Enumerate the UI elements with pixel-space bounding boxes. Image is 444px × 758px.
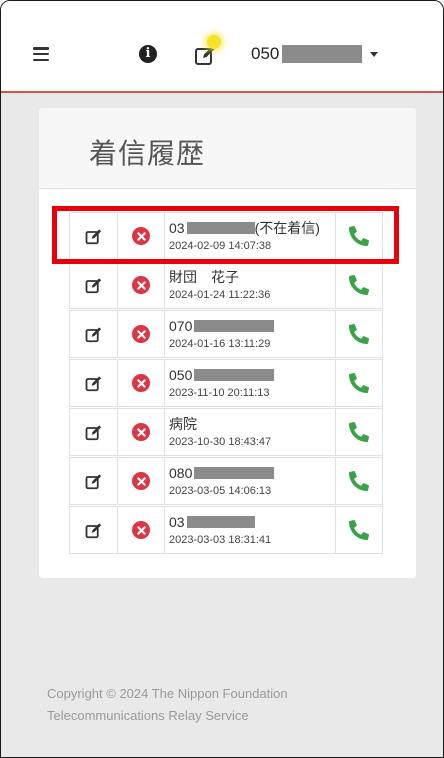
edit-icon bbox=[85, 424, 101, 440]
masked-number bbox=[194, 466, 275, 479]
caller-label: 03 bbox=[169, 513, 185, 530]
phone-frame: i 050 着信履歴 03 (不在着信) 2024-02-09 14:07:38… bbox=[0, 0, 444, 758]
call-info: 病院 2023-10-30 18:43:47 bbox=[165, 408, 336, 456]
footer-service-name: Telecommunications Relay Service bbox=[47, 708, 249, 723]
edit-icon bbox=[85, 228, 101, 244]
caller-label: 080 bbox=[169, 464, 193, 481]
times-circle-icon bbox=[132, 472, 150, 490]
top-navbar: i 050 bbox=[1, 1, 443, 93]
edit-icon bbox=[85, 277, 101, 293]
caller-name: 070 bbox=[169, 317, 275, 335]
phone-icon bbox=[349, 275, 369, 295]
call-button[interactable] bbox=[336, 359, 383, 407]
caller-name: 病院 bbox=[169, 415, 197, 433]
phone-number-prefix: 050 bbox=[251, 44, 280, 63]
call-timestamp: 2023-11-10 20:11:13 bbox=[169, 386, 270, 399]
caller-label: 03 bbox=[169, 219, 185, 236]
footer-copyright: Copyright © 2024 The Nippon Foundation bbox=[47, 686, 288, 701]
edit-button[interactable] bbox=[69, 457, 118, 505]
call-timestamp: 2023-03-03 18:31:41 bbox=[169, 533, 272, 546]
phone-number-dropdown[interactable]: 050 bbox=[251, 41, 379, 67]
times-circle-icon bbox=[132, 374, 150, 392]
edit-button[interactable] bbox=[69, 261, 118, 309]
phone-icon bbox=[349, 520, 369, 540]
call-info: 050 2023-11-10 20:11:13 bbox=[165, 359, 336, 407]
call-button[interactable] bbox=[336, 310, 383, 358]
times-circle-icon bbox=[132, 423, 150, 441]
edit-button[interactable] bbox=[69, 212, 118, 260]
edit-icon bbox=[85, 522, 101, 538]
caller-suffix: (不在着信) bbox=[254, 219, 320, 236]
call-timestamp: 2023-10-30 18:43:47 bbox=[169, 435, 272, 448]
caret-down-icon bbox=[370, 51, 379, 57]
caller-name: 財団 花子 bbox=[169, 268, 239, 286]
history-row: 病院 2023-10-30 18:43:47 bbox=[69, 408, 387, 456]
phone-icon bbox=[349, 422, 369, 442]
edit-button[interactable] bbox=[69, 310, 118, 358]
edit-button[interactable] bbox=[69, 506, 118, 554]
phone-icon bbox=[349, 324, 369, 344]
edit-icon bbox=[85, 375, 101, 391]
phone-icon bbox=[349, 373, 369, 393]
times-circle-icon bbox=[132, 227, 150, 245]
call-info: 03 2023-03-03 18:31:41 bbox=[165, 506, 336, 554]
caller-name: 03 (不在着信) bbox=[169, 219, 320, 237]
masked-number bbox=[194, 368, 275, 381]
info-icon[interactable]: i bbox=[139, 45, 157, 63]
delete-button[interactable] bbox=[118, 359, 165, 407]
caller-label: 財団 花子 bbox=[169, 268, 239, 285]
delete-button[interactable] bbox=[118, 506, 165, 554]
call-button[interactable] bbox=[336, 212, 383, 260]
edit-button[interactable] bbox=[69, 359, 118, 407]
call-button[interactable] bbox=[336, 506, 383, 554]
phone-icon bbox=[349, 226, 369, 246]
caller-name: 050 bbox=[169, 366, 275, 384]
history-row: 財団 花子 2024-01-24 11:22:36 bbox=[69, 261, 387, 309]
masked-number bbox=[194, 319, 275, 332]
times-circle-icon bbox=[132, 325, 150, 343]
caller-label: 070 bbox=[169, 317, 193, 334]
call-timestamp: 2024-01-24 11:22:36 bbox=[169, 288, 271, 301]
call-history-card: 着信履歴 03 (不在着信) 2024-02-09 14:07:38 財団 花子… bbox=[39, 108, 416, 578]
page-title: 着信履歴 bbox=[89, 137, 206, 170]
masked-number bbox=[282, 45, 363, 63]
phone-icon bbox=[349, 471, 369, 491]
masked-number bbox=[186, 221, 255, 234]
caller-label: 病院 bbox=[169, 415, 197, 432]
history-row: 03 (不在着信) 2024-02-09 14:07:38 bbox=[69, 212, 387, 260]
delete-button[interactable] bbox=[118, 261, 165, 309]
call-button[interactable] bbox=[336, 457, 383, 505]
history-row: 03 2023-03-03 18:31:41 bbox=[69, 506, 387, 554]
call-timestamp: 2023-03-05 14:06:13 bbox=[169, 484, 272, 497]
delete-button[interactable] bbox=[118, 408, 165, 456]
card-header: 着信履歴 bbox=[39, 108, 416, 189]
delete-button[interactable] bbox=[118, 310, 165, 358]
history-row: 070 2024-01-16 13:11:29 bbox=[69, 310, 387, 358]
edit-button[interactable] bbox=[69, 408, 118, 456]
history-row: 080 2023-03-05 14:06:13 bbox=[69, 457, 387, 505]
call-timestamp: 2024-01-16 13:11:29 bbox=[169, 337, 271, 350]
masked-number bbox=[186, 515, 255, 528]
times-circle-icon bbox=[132, 276, 150, 294]
edit-icon bbox=[85, 473, 101, 489]
hamburger-menu-icon[interactable] bbox=[33, 47, 49, 61]
call-timestamp: 2024-02-09 14:07:38 bbox=[169, 239, 272, 252]
call-button[interactable] bbox=[336, 408, 383, 456]
call-info: 財団 花子 2024-01-24 11:22:36 bbox=[165, 261, 336, 309]
call-history-list: 03 (不在着信) 2024-02-09 14:07:38 財団 花子 2024… bbox=[69, 212, 387, 555]
call-info: 070 2024-01-16 13:11:29 bbox=[165, 310, 336, 358]
history-row: 050 2023-11-10 20:11:13 bbox=[69, 359, 387, 407]
footer: Copyright © 2024 The Nippon Foundation T… bbox=[47, 683, 407, 727]
call-info: 03 (不在着信) 2024-02-09 14:07:38 bbox=[165, 212, 336, 260]
call-button[interactable] bbox=[336, 261, 383, 309]
caller-name: 03 bbox=[169, 513, 255, 531]
caller-name: 080 bbox=[169, 464, 275, 482]
caller-label: 050 bbox=[169, 366, 193, 383]
delete-button[interactable] bbox=[118, 457, 165, 505]
times-circle-icon bbox=[132, 521, 150, 539]
delete-button[interactable] bbox=[118, 212, 165, 260]
notification-dot bbox=[207, 35, 221, 49]
edit-icon bbox=[85, 326, 101, 342]
call-info: 080 2023-03-05 14:06:13 bbox=[165, 457, 336, 505]
